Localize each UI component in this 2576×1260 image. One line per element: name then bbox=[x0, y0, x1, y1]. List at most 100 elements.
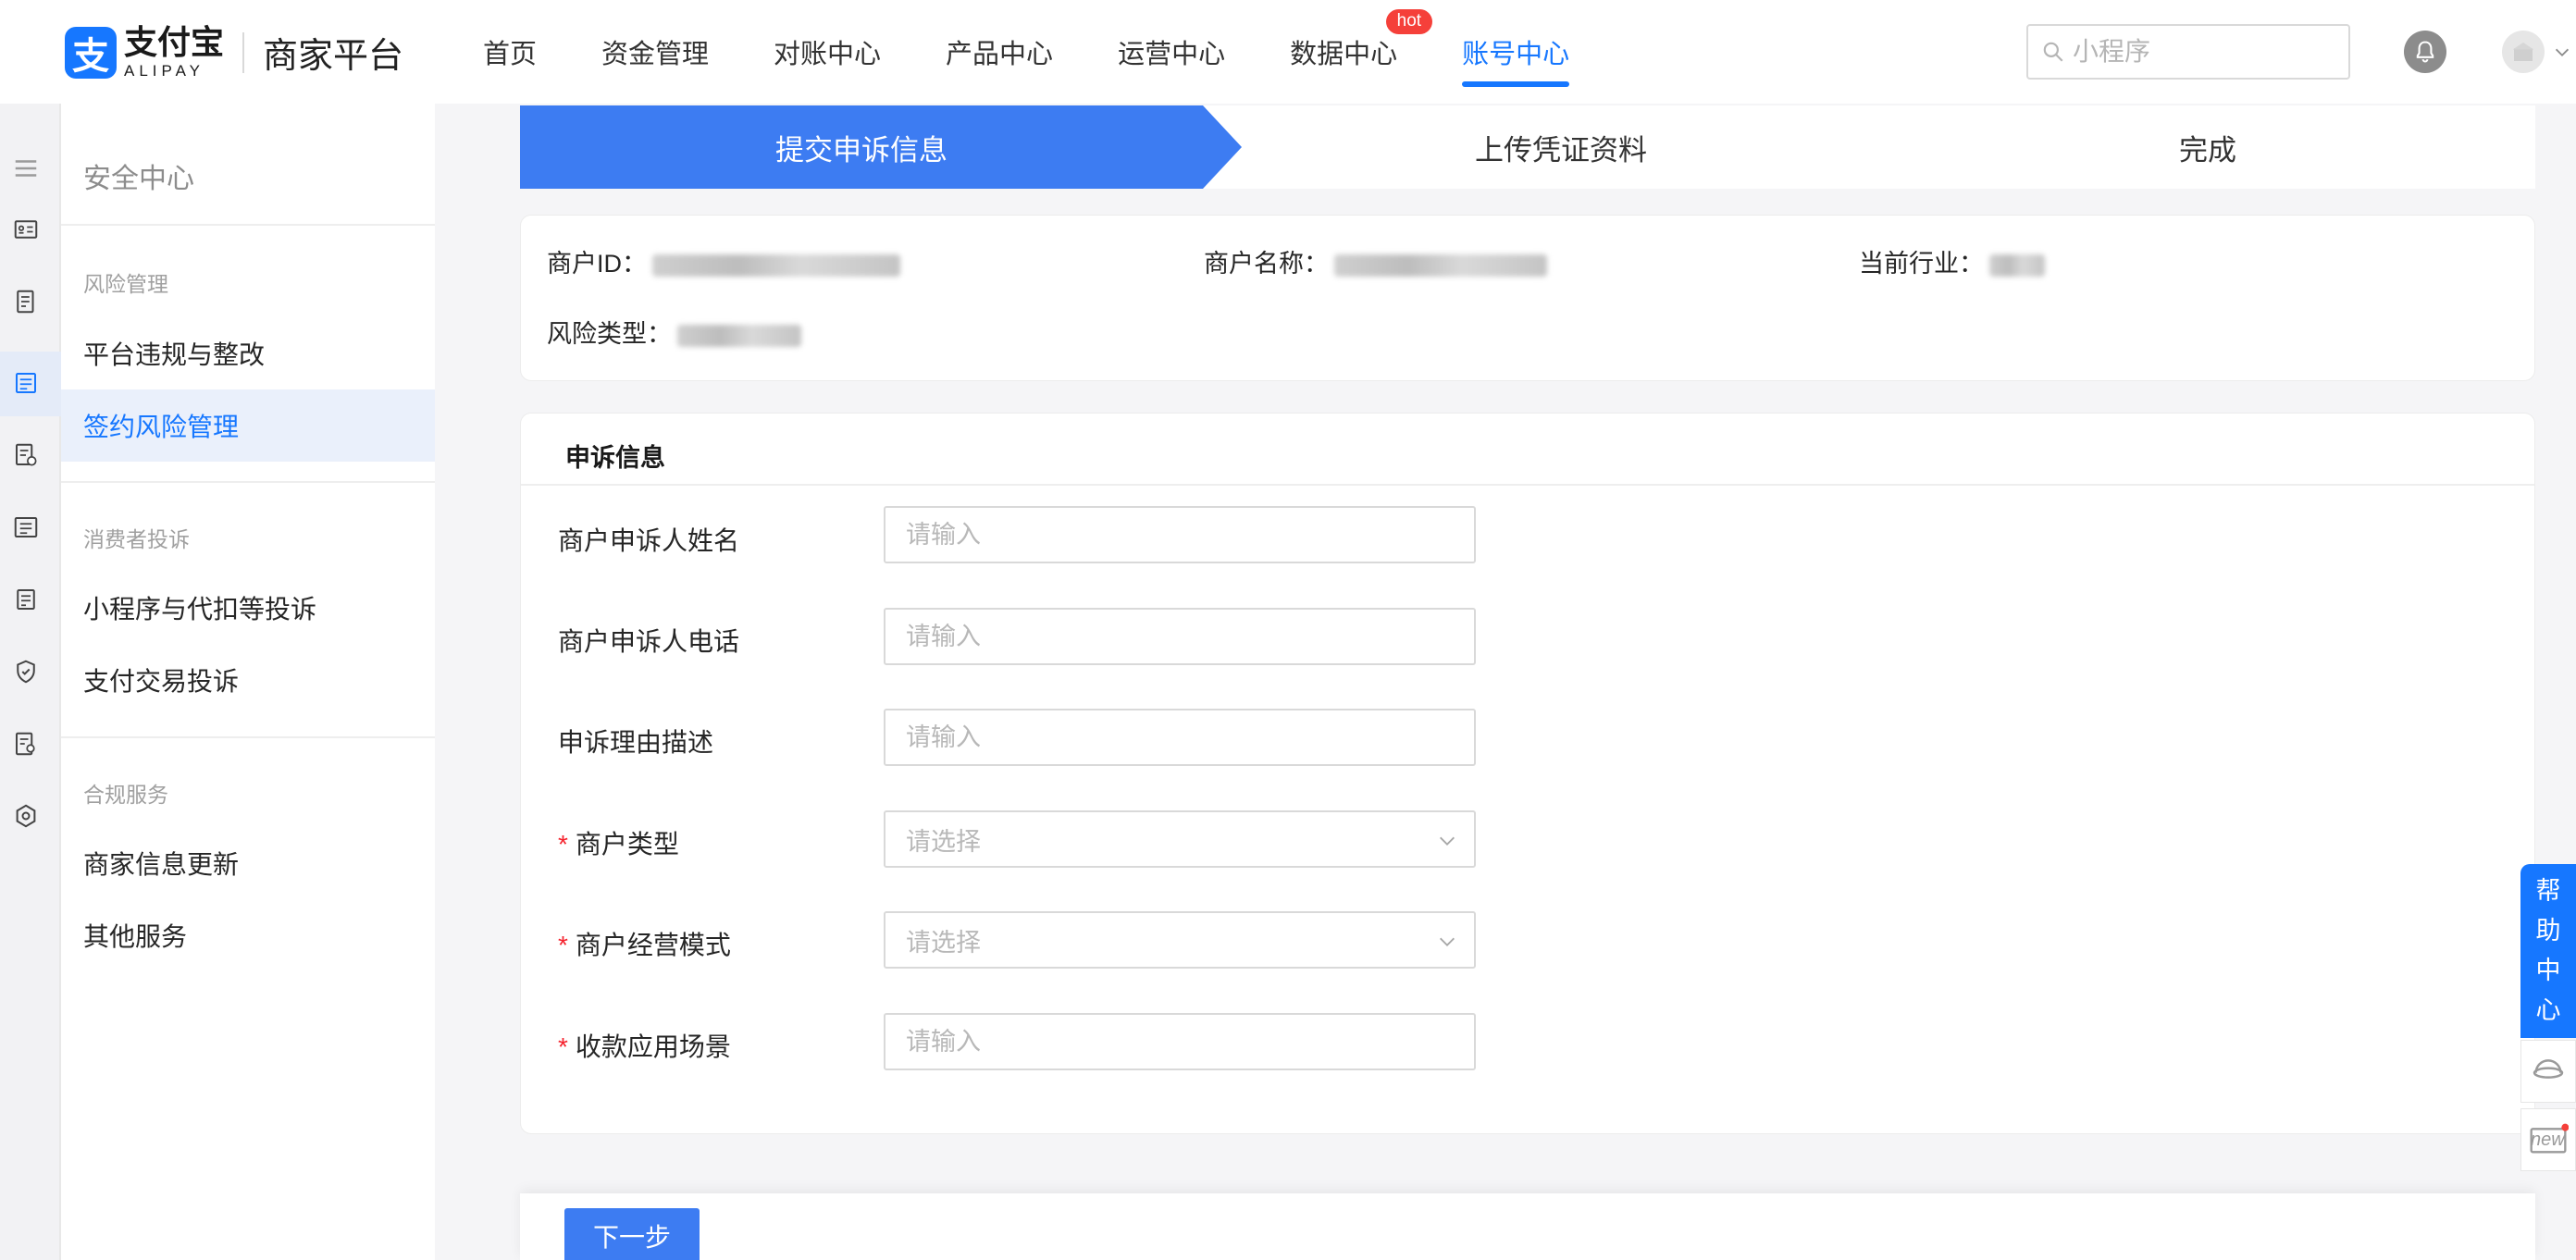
field-label-text: 商户申诉人姓名 bbox=[558, 526, 740, 555]
avatar[interactable] bbox=[2502, 31, 2545, 73]
nav-item-label: 对账中心 bbox=[774, 40, 882, 69]
step-complete: 完成 bbox=[2179, 133, 2236, 167]
nav-item-label: 数据中心 bbox=[1290, 40, 1398, 69]
report-icon[interactable] bbox=[9, 285, 43, 318]
help-label-char: 中 bbox=[2535, 957, 2561, 984]
field-label-payment-scenario: * 收款应用场景 bbox=[558, 1027, 731, 1064]
nav-item-label: 运营中心 bbox=[1118, 40, 1226, 69]
nav-item-label: 首页 bbox=[483, 40, 538, 69]
alipay-logo-mark-icon: 支 bbox=[65, 26, 117, 79]
brand-name-cn: 支付宝 bbox=[124, 23, 225, 61]
sidebar-item-label: 商家信息更新 bbox=[83, 850, 240, 879]
redacted-risk-type bbox=[677, 324, 801, 347]
list-icon[interactable] bbox=[9, 511, 43, 544]
field-label-text: 商户申诉人电话 bbox=[558, 627, 740, 656]
field-label-text: 商户类型 bbox=[575, 830, 679, 859]
help-label-char: 心 bbox=[2535, 996, 2561, 1025]
chevron-down-icon bbox=[1440, 836, 1455, 846]
new-label: new bbox=[2531, 1130, 2565, 1150]
field-label-text: 收款应用场景 bbox=[575, 1032, 731, 1061]
sidebar-item-signing-risk[interactable]: 签约风险管理 bbox=[61, 389, 435, 462]
sidebar-group-title: 消费者投诉 bbox=[83, 527, 190, 551]
merchant-platform-app: 支 支付宝 ALIPAY 商家平台 首页 资金管理 对账中心 产品中心 运营中心… bbox=[0, 0, 2576, 1260]
merchant-type-select[interactable]: 请选择 bbox=[884, 810, 1476, 868]
select-placeholder: 请选择 bbox=[906, 827, 981, 856]
sidebar-group-title: 合规服务 bbox=[83, 783, 168, 807]
divider bbox=[521, 484, 2534, 486]
nav-item-operations[interactable]: 运营中心 bbox=[1118, 0, 1225, 104]
settings-hexagon-icon[interactable] bbox=[9, 799, 43, 833]
appeal-reason-input[interactable] bbox=[884, 709, 1476, 766]
help-label-char: 助 bbox=[2535, 916, 2561, 945]
whats-new-button[interactable]: new bbox=[2520, 1108, 2576, 1171]
id-card-icon[interactable] bbox=[9, 213, 43, 246]
nav-item-label: 产品中心 bbox=[946, 40, 1054, 69]
field-label-merchant-type: * 商户类型 bbox=[558, 824, 679, 861]
redacted-industry bbox=[1989, 253, 2045, 277]
appellant-phone-input[interactable] bbox=[884, 608, 1476, 665]
help-center-button[interactable]: 帮 助 中 心 bbox=[2520, 864, 2576, 1038]
required-mark: * bbox=[558, 830, 568, 859]
sidebar-group-title: 风险管理 bbox=[83, 272, 168, 296]
chevron-down-icon[interactable] bbox=[2552, 43, 2572, 63]
business-mode-select[interactable]: 请选择 bbox=[884, 911, 1476, 969]
redacted-merchant-id bbox=[652, 253, 900, 277]
payment-scenario-input[interactable] bbox=[884, 1013, 1476, 1070]
nav-item-data[interactable]: 数据中心 hot bbox=[1290, 0, 1433, 104]
field-label-business-mode: * 商户经营模式 bbox=[558, 925, 731, 962]
main-nav: 首页 资金管理 对账中心 产品中心 运营中心 数据中心 hot 账号中心 bbox=[483, 0, 1634, 104]
merchant-id-label: 商户ID： bbox=[547, 250, 647, 278]
bottom-action-bar: 下一步 bbox=[520, 1193, 2535, 1260]
sidebar-item-platform-violation[interactable]: 平台违规与整改 bbox=[61, 317, 435, 389]
appeal-form-card: 申诉信息 商户申诉人姓名 商户申诉人电话 申诉理由描述 *商户类型 请选择 *商… bbox=[520, 413, 2535, 1134]
divider bbox=[61, 481, 435, 483]
sidebar-item-merchant-info-update[interactable]: 商家信息更新 bbox=[61, 827, 435, 899]
shield-document-icon[interactable] bbox=[9, 439, 43, 472]
nav-item-account[interactable]: 账号中心 bbox=[1462, 0, 1570, 104]
nav-item-products[interactable]: 产品中心 bbox=[946, 0, 1053, 104]
step-indicator: 提交申诉信息 上传凭证资料 完成 bbox=[520, 105, 2535, 189]
top-header: 支 支付宝 ALIPAY 商家平台 首页 资金管理 对账中心 产品中心 运营中心… bbox=[0, 0, 2576, 104]
help-label-char: 帮 bbox=[2535, 876, 2561, 905]
merchant-info-card: 商户ID： 商户名称： 当前行业： 风险类型： bbox=[520, 215, 2535, 381]
sidebar-item-label: 签约风险管理 bbox=[83, 413, 240, 441]
nav-item-funds[interactable]: 资金管理 bbox=[601, 0, 709, 104]
appellant-name-input[interactable] bbox=[884, 506, 1476, 563]
search-box bbox=[2026, 24, 2350, 80]
divider bbox=[61, 736, 435, 738]
nav-item-home[interactable]: 首页 bbox=[483, 0, 537, 104]
sidebar-item-label: 小程序与代扣等投诉 bbox=[83, 595, 317, 624]
document-icon[interactable] bbox=[9, 366, 43, 400]
step-submit-appeal: 提交申诉信息 bbox=[775, 133, 947, 167]
sidebar-item-other-services[interactable]: 其他服务 bbox=[61, 899, 435, 971]
divider bbox=[61, 224, 435, 226]
sidebar-item-payment-complaints[interactable]: 支付交易投诉 bbox=[61, 644, 435, 716]
file-search-icon[interactable] bbox=[9, 727, 43, 760]
sidebar-item-miniprogram-complaints[interactable]: 小程序与代扣等投诉 bbox=[61, 572, 435, 644]
step-upload-proof: 上传凭证资料 bbox=[1475, 133, 1647, 167]
menu-icon[interactable] bbox=[9, 152, 43, 185]
search-input[interactable] bbox=[2073, 37, 2332, 67]
field-label-appellant-name: 商户申诉人姓名 bbox=[558, 521, 739, 558]
alipay-logo[interactable]: 支 支付宝 ALIPAY 商家平台 bbox=[65, 26, 403, 79]
select-placeholder: 请选择 bbox=[906, 928, 981, 957]
risk-type-row: 风险类型： bbox=[547, 314, 801, 350]
field-label-text: 申诉理由描述 bbox=[558, 728, 714, 757]
shield-check-icon[interactable] bbox=[9, 655, 43, 688]
risk-type-label: 风险类型： bbox=[547, 320, 672, 348]
merchant-id-row: 商户ID： bbox=[547, 243, 900, 279]
nav-item-label: 资金管理 bbox=[601, 40, 710, 69]
customer-service-button[interactable] bbox=[2520, 1040, 2576, 1103]
sidebar-item-label: 支付交易投诉 bbox=[83, 667, 240, 696]
field-label-appeal-reason: 申诉理由描述 bbox=[558, 723, 713, 760]
security-center-sidebar: 安全中心 风险管理 平台违规与整改 签约风险管理 消费者投诉 小程序与代扣等投诉… bbox=[61, 104, 435, 1260]
notification-bell-icon[interactable] bbox=[2404, 31, 2446, 73]
nav-item-reconciliation[interactable]: 对账中心 bbox=[774, 0, 881, 104]
chevron-down-icon bbox=[1440, 937, 1455, 946]
note-icon[interactable] bbox=[9, 583, 43, 616]
next-step-button[interactable]: 下一步 bbox=[564, 1208, 700, 1260]
industry-row: 当前行业： bbox=[1859, 243, 2045, 279]
merchant-name-label: 商户名称： bbox=[1204, 250, 1329, 278]
search-icon bbox=[2043, 42, 2063, 62]
section-title: 申诉信息 bbox=[565, 444, 665, 472]
